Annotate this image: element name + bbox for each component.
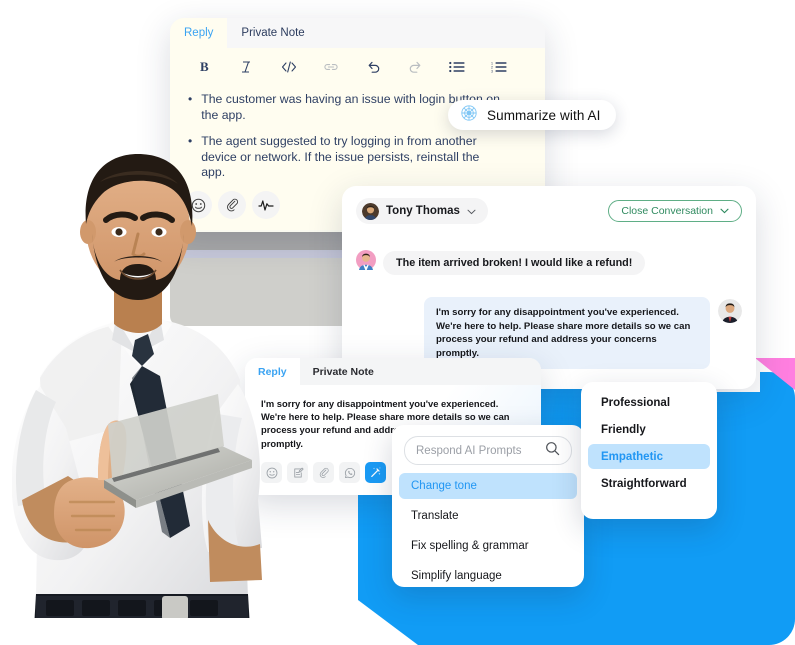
tab-private-note-label: Private Note: [312, 365, 374, 378]
note-icon[interactable]: [287, 462, 308, 483]
tab-private-note[interactable]: Private Note: [227, 18, 318, 48]
attachment-icon[interactable]: [313, 462, 334, 483]
avatar: [356, 250, 376, 275]
person-photo: [12, 154, 262, 618]
tone-item-professional[interactable]: Professional: [588, 390, 710, 415]
incoming-message-text: The item arrived broken! I would like a …: [383, 250, 646, 275]
code-icon[interactable]: [268, 52, 310, 82]
numbered-list-icon[interactable]: 123: [478, 52, 520, 82]
avatar: [718, 297, 742, 323]
conversation-header: Tony Thomas Close Conversation: [342, 186, 756, 224]
screenshot-stage: Reply Private Note B 1 2 3 • The custome…: [0, 0, 795, 645]
tab-private-note[interactable]: Private Note: [300, 358, 387, 385]
tab-reply-label: Reply: [184, 27, 214, 39]
search-icon[interactable]: [545, 441, 560, 461]
ai-prompt-label: Change tone: [411, 480, 477, 492]
tab-reply-label: Reply: [258, 365, 287, 378]
tone-item-straightforward[interactable]: Straightforward: [588, 471, 710, 496]
svg-text:B: B: [200, 60, 209, 74]
ai-prompt-label: Simplify language: [411, 570, 502, 582]
tone-label: Empathetic: [601, 450, 663, 463]
top-editor-tabbar: Reply Private Note: [170, 18, 545, 48]
magic-wand-icon[interactable]: [365, 462, 386, 483]
ai-brain-icon: [460, 104, 478, 127]
bullet-list-icon[interactable]: [436, 52, 478, 82]
bottom-editor-footer: [261, 462, 386, 483]
bottom-editor-tabbar: Reply Private Note: [245, 358, 541, 385]
italic-icon[interactable]: [226, 52, 268, 82]
bold-icon[interactable]: B: [184, 52, 226, 82]
tone-item-friendly[interactable]: Friendly: [588, 417, 710, 442]
ai-prompts-search-field[interactable]: Respond AI Prompts: [404, 436, 572, 465]
tone-label: Professional: [601, 396, 671, 409]
ai-prompt-label: Translate: [411, 510, 459, 522]
formatting-toolbar: B 123: [170, 48, 545, 86]
close-conversation-button[interactable]: Close Conversation: [608, 200, 742, 222]
ai-prompts-list: Change tone Translate Fix spelling & gra…: [392, 473, 584, 589]
tone-label: Friendly: [601, 423, 646, 436]
tab-private-note-label: Private Note: [241, 27, 305, 39]
svg-text:3: 3: [491, 70, 493, 73]
close-conversation-label: Close Conversation: [621, 205, 713, 217]
undo-icon[interactable]: [352, 52, 394, 82]
emoji-icon[interactable]: [261, 462, 282, 483]
summarize-with-ai-label: Summarize with AI: [487, 107, 601, 123]
avatar: [362, 202, 379, 220]
redo-icon[interactable]: [394, 52, 436, 82]
incoming-message-row: The item arrived broken! I would like a …: [356, 250, 756, 275]
conversation-user-selector[interactable]: Tony Thomas: [356, 198, 488, 224]
bullet-marker: •: [188, 92, 193, 106]
ai-prompt-item-fix-spelling-grammar[interactable]: Fix spelling & grammar: [399, 533, 577, 559]
tab-reply[interactable]: Reply: [170, 18, 228, 48]
chevron-down-icon: [720, 205, 729, 217]
summarize-with-ai-button[interactable]: Summarize with AI: [448, 100, 617, 130]
ai-prompt-label: Fix spelling & grammar: [411, 540, 529, 552]
tone-item-empathetic[interactable]: Empathetic: [588, 444, 710, 469]
ai-prompt-item-simplify-language[interactable]: Simplify language: [399, 563, 577, 589]
tone-label: Straightforward: [601, 477, 687, 490]
ai-prompts-dropdown: Respond AI Prompts Change tone Translate…: [392, 425, 584, 587]
whatsapp-icon[interactable]: [339, 462, 360, 483]
ai-prompt-item-translate[interactable]: Translate: [399, 503, 577, 529]
chevron-down-icon: [467, 202, 476, 220]
conversation-user-name: Tony Thomas: [386, 205, 460, 217]
ai-prompt-item-change-tone[interactable]: Change tone: [399, 473, 577, 499]
ai-prompts-search-placeholder: Respond AI Prompts: [416, 444, 522, 457]
link-icon[interactable]: [310, 52, 352, 82]
tone-options-submenu: Professional Friendly Empathetic Straigh…: [581, 382, 717, 519]
